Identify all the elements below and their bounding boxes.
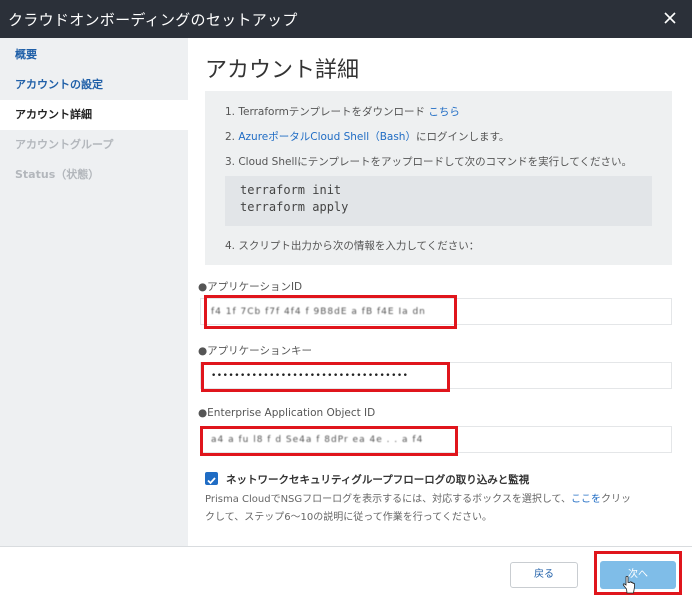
step-1: 1. Terraformテンプレートをダウンロード こちら [225, 104, 460, 119]
page-title: アカウント詳細 [205, 58, 360, 83]
check-icon [207, 477, 216, 485]
step-2: 2. AzureポータルCloud Shell（Bash）にログインします。 [225, 129, 509, 144]
sidebar-item-overview[interactable]: 概要 [0, 40, 188, 70]
app-key-input[interactable]: •••••••••••••••••••••••••••••••••• [200, 362, 672, 389]
sidebar-item-account-group: アカウントグループ [15, 138, 114, 151]
next-button[interactable]: 次へ [600, 561, 676, 589]
sidebar-item-account-details[interactable]: アカウント詳細 [0, 100, 188, 130]
dialog-title: クラウドオンボーディングのセットアップ [8, 11, 298, 29]
nsg-description-text-2: クリッ [601, 494, 632, 505]
sidebar: 概要 アカウントの設定 アカウント詳細 アカウントグループ Status（状態） [0, 38, 188, 546]
download-template-link[interactable]: こちら [428, 106, 460, 118]
object-id-label: ●Enterprise Application Object ID [198, 407, 376, 419]
sidebar-item-status: Status（状態） [15, 168, 100, 181]
nsg-checkbox[interactable] [205, 472, 218, 485]
nsg-description: Prisma CloudでNSGフローログを表示するには、対応するボックスを選択… [205, 490, 631, 505]
nsg-description-line-2: クして、ステップ6～10の説明に従って作業を行ってください。 [205, 512, 492, 523]
command-line: terraform apply [240, 200, 349, 214]
step-4: 4. スクリプト出力から次の情報を入力してください： [225, 240, 480, 252]
app-key-value: •••••••••••••••••••••••••••••••••• [211, 371, 409, 381]
nsg-checkbox-label: ネットワークセキュリティグループフローログの取り込みと監視 [226, 474, 530, 486]
step-3: 3. Cloud Shellにテンプレートをアップロードして次のコマンドを実行し… [225, 156, 633, 168]
step-2-prefix: 2. [225, 131, 239, 143]
app-key-label: ●アプリケーションキー [198, 345, 312, 357]
nsg-description-text: Prisma CloudでNSGフローログを表示するには、対応するボックスを選択… [205, 494, 572, 505]
object-id-input[interactable]: a4 a fu l8 f d Se4a f 8dPr ea 4e . . a f… [200, 426, 672, 453]
command-block: terraform init terraform apply [225, 176, 652, 226]
azure-cloud-shell-link[interactable]: AzureポータルCloud Shell（Bash） [238, 131, 416, 143]
command-line: terraform init [240, 183, 342, 197]
instructions-panel: 1. Terraformテンプレートをダウンロード こちら 2. Azureポー… [205, 91, 672, 265]
app-id-input[interactable]: f4 1f 7Cb f7f 4f4 f 9B8dE a fB f4E Ia dn [200, 298, 672, 325]
footer: 戻る 次へ [0, 546, 692, 598]
hand-cursor-icon [622, 576, 635, 594]
app-id-label: ●アプリケーションID [198, 281, 303, 293]
object-id-value: a4 a fu l8 f d Se4a f 8dPr ea 4e . . a f… [211, 435, 424, 445]
step-1-text: 1. Terraformテンプレートをダウンロード [225, 106, 429, 118]
step-2-suffix: にログインします。 [415, 131, 510, 143]
main-panel: アカウント詳細 1. Terraformテンプレートをダウンロード こちら 2.… [188, 38, 692, 546]
close-icon[interactable] [662, 10, 678, 26]
sidebar-item-account-settings[interactable]: アカウントの設定 [0, 70, 188, 100]
app-id-value: f4 1f 7Cb f7f 4f4 f 9B8dE a fB f4E Ia dn [211, 307, 426, 317]
title-bar: クラウドオンボーディングのセットアップ [0, 0, 692, 38]
nsg-help-link[interactable]: ここを [571, 494, 601, 505]
back-button[interactable]: 戻る [510, 562, 578, 588]
